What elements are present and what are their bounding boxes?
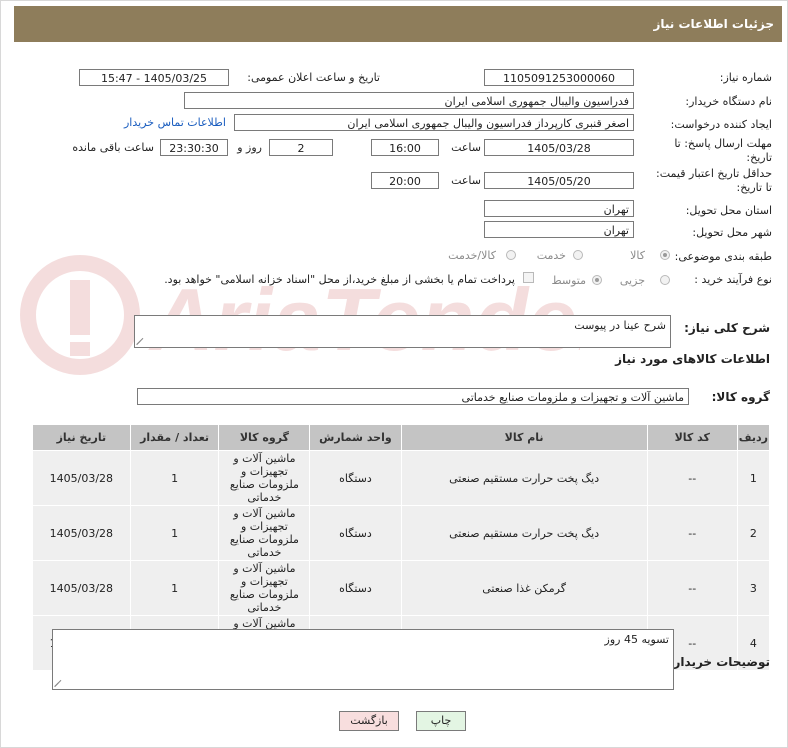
cell-unit: دستگاه xyxy=(309,560,402,616)
days-label: روز و xyxy=(237,141,262,154)
process-option-medium: متوسط xyxy=(551,274,586,287)
price-validity-label-2: تا تاریخ: xyxy=(736,181,772,194)
table-header-row: ردیف کد کالا نام کالا واحد شمارش گروه کا… xyxy=(32,424,771,451)
days-remaining-field[interactable]: 2 xyxy=(269,139,333,156)
reply-date-field[interactable]: 1405/03/28 xyxy=(484,139,634,156)
process-radio-medium[interactable] xyxy=(592,275,602,285)
cell-code: -- xyxy=(646,560,738,616)
province-label: استان محل تحویل: xyxy=(685,204,772,217)
print-button[interactable]: چاپ xyxy=(416,711,466,731)
reply-time-field[interactable]: 16:00 xyxy=(371,139,439,156)
resize-grip-icon[interactable] xyxy=(55,679,63,687)
creator-label: ایجاد کننده درخواست: xyxy=(670,118,772,131)
col-header-row-number: ردیف xyxy=(736,424,771,451)
cell-row-number: 3 xyxy=(736,560,771,616)
col-header-need-date: تاریخ نیاز xyxy=(32,424,131,451)
buyer-notes-label: توضیحات خریدار: xyxy=(668,655,770,669)
announce-date-field[interactable]: 1405/03/25 - 15:47 xyxy=(79,69,229,86)
treasury-payment-checkbox[interactable] xyxy=(523,272,534,283)
cell-name: گرمکن غذا صنعتی xyxy=(400,560,648,616)
cell-group: ماشین آلات و تجهیزات و ملزومات صنایع خدم… xyxy=(218,450,311,506)
cell-row-number: 2 xyxy=(736,505,771,561)
table-row: 2 -- دیگ پخت حرارت مستقیم صنعتی دستگاه م… xyxy=(32,505,771,561)
city-label: شهر محل تحویل: xyxy=(692,226,772,239)
cell-name: دیگ پخت حرارت مستقیم صنعتی xyxy=(400,450,648,506)
page-header: جزئیات اطلاعات نیاز xyxy=(14,6,782,42)
col-header-code: کد کالا xyxy=(646,424,738,451)
cell-quantity: 1 xyxy=(129,560,220,616)
reply-deadline-label: مهلت ارسال پاسخ: تا xyxy=(674,137,772,150)
cell-need-date: 1405/03/28 xyxy=(32,560,131,616)
time-remaining-field[interactable]: 23:30:30 xyxy=(160,139,228,156)
summary-text: شرح عینا در پیوست xyxy=(574,319,666,332)
price-validity-time-label: ساعت xyxy=(451,174,481,187)
category-option-goods-service: کالا/خدمت xyxy=(448,249,496,262)
treasury-payment-note: پرداخت تمام یا بخشی از مبلغ خرید،از محل … xyxy=(164,273,515,286)
buyer-contact-link[interactable]: اطلاعات تماس خریدار xyxy=(124,116,226,129)
goods-group-field[interactable]: ماشین آلات و تجهیزات و ملزومات صنایع خدم… xyxy=(137,388,689,405)
back-button[interactable]: بازگشت xyxy=(339,711,399,731)
process-type-label: نوع فرآیند خرید : xyxy=(694,273,772,286)
time-remaining-label: ساعت باقی مانده xyxy=(72,141,154,154)
category-radio-service[interactable] xyxy=(573,250,583,260)
category-radio-goods[interactable] xyxy=(660,250,670,260)
resize-grip-icon[interactable] xyxy=(137,337,145,345)
col-header-quantity: تعداد / مقدار xyxy=(129,424,220,451)
cell-quantity: 1 xyxy=(129,505,220,561)
buyer-notes-text: تسویه 45 روز xyxy=(604,633,669,646)
cell-need-date: 1405/03/28 xyxy=(32,450,131,506)
col-header-unit: واحد شمارش xyxy=(309,424,402,451)
buyer-org-field[interactable]: فدراسیون والیبال جمهوری اسلامی ایران xyxy=(184,92,634,109)
cell-unit: دستگاه xyxy=(309,450,402,506)
buyer-notes-textarea[interactable]: تسویه 45 روز xyxy=(52,629,674,690)
price-validity-time-field[interactable]: 20:00 xyxy=(371,172,439,189)
category-label: طبقه بندی موضوعی: xyxy=(674,250,772,263)
cell-code: -- xyxy=(646,450,738,506)
need-number-field[interactable]: 1105091253000060 xyxy=(484,69,634,86)
cell-need-date: 1405/03/28 xyxy=(32,505,131,561)
creator-field[interactable]: اصغر قنبری کارپرداز فدراسیون والیبال جمه… xyxy=(234,114,634,131)
cell-row-number: 1 xyxy=(736,450,771,506)
buyer-org-label: نام دستگاه خریدار: xyxy=(685,95,772,108)
cell-name: دیگ پخت حرارت مستقیم صنعتی xyxy=(400,505,648,561)
goods-group-label: گروه کالا: xyxy=(711,390,770,404)
price-validity-date-field[interactable]: 1405/05/20 xyxy=(484,172,634,189)
summary-textarea[interactable]: شرح عینا در پیوست xyxy=(134,315,671,348)
cell-group: ماشین آلات و تجهیزات و ملزومات صنایع خدم… xyxy=(218,560,311,616)
process-radio-minor[interactable] xyxy=(660,275,670,285)
table-row: 1 -- دیگ پخت حرارت مستقیم صنعتی دستگاه م… xyxy=(32,450,771,506)
col-header-name: نام کالا xyxy=(400,424,648,451)
price-validity-label: حداقل تاریخ اعتبار قیمت: xyxy=(656,167,772,180)
page-title: جزئیات اطلاعات نیاز xyxy=(653,17,774,31)
category-radio-goods-service[interactable] xyxy=(506,250,516,260)
reply-time-label: ساعت xyxy=(451,141,481,154)
table-row: 3 -- گرمکن غذا صنعتی دستگاه ماشین آلات و… xyxy=(32,560,771,616)
process-option-minor: جزیی xyxy=(619,274,645,287)
need-number-label: شماره نیاز: xyxy=(719,71,772,84)
cell-group: ماشین آلات و تجهیزات و ملزومات صنایع خدم… xyxy=(218,505,311,561)
col-header-group: گروه کالا xyxy=(218,424,311,451)
cell-code: -- xyxy=(646,505,738,561)
cell-quantity: 1 xyxy=(129,450,220,506)
cell-unit: دستگاه xyxy=(309,505,402,561)
province-field[interactable]: تهران xyxy=(484,200,634,217)
announce-date-label: تاریخ و ساعت اعلان عمومی: xyxy=(247,71,380,84)
city-field[interactable]: تهران xyxy=(484,221,634,238)
reply-deadline-label-2: تاریخ: xyxy=(746,151,772,164)
summary-label: شرح کلی نیاز: xyxy=(684,321,770,335)
category-option-goods: کالا xyxy=(630,249,645,262)
goods-info-title: اطلاعات کالاهای مورد نیاز xyxy=(615,352,770,366)
category-option-service: خدمت xyxy=(536,249,566,262)
